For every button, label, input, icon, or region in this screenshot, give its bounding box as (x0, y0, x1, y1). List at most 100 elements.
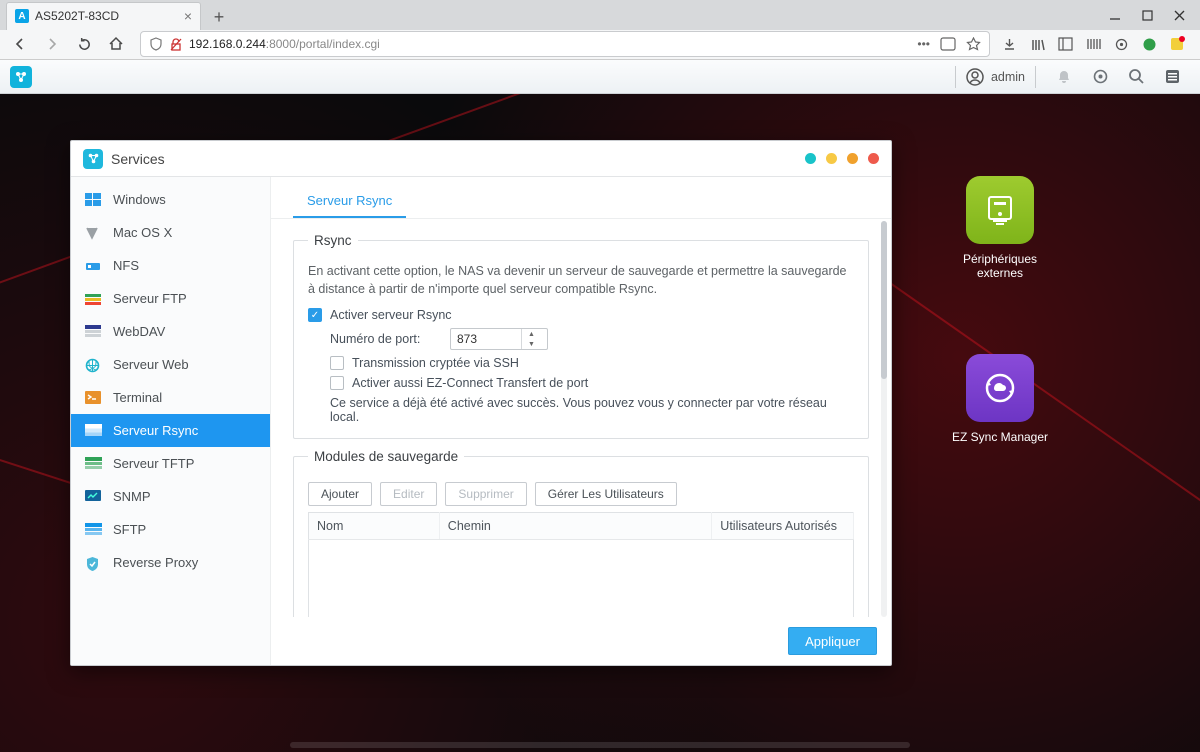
more-icon[interactable]: ••• (917, 37, 930, 51)
checkbox-ezconnect[interactable] (330, 376, 344, 390)
modules-table: Nom Chemin Utilisateurs Autorisés (308, 512, 854, 617)
col-auth[interactable]: Utilisateurs Autorisés (712, 513, 854, 540)
delete-button: Supprimer (445, 482, 526, 506)
sidebar-item-label: Serveur TFTP (113, 456, 194, 471)
sidebar-icon[interactable] (1056, 35, 1074, 53)
modules-fieldset: Modules de sauvegarde Ajouter Editer Sup… (293, 449, 869, 617)
ext-green-icon[interactable] (1140, 35, 1158, 53)
portal-logo-icon[interactable] (10, 66, 32, 88)
url-text: 192.168.0.244:8000/portal/index.cgi (189, 37, 380, 51)
ext-gear-icon[interactable] (1112, 35, 1130, 53)
window-dot-yellow[interactable] (826, 153, 837, 164)
gear-icon[interactable] (1090, 67, 1110, 87)
ssh-label: Transmission cryptée via SSH (352, 356, 519, 370)
sidebar-item-nfs[interactable]: NFS (71, 249, 270, 282)
portal-user[interactable]: admin (966, 68, 1025, 86)
modules-legend: Modules de sauvegarde (308, 449, 464, 464)
sidebar-item-label: Serveur Rsync (113, 423, 198, 438)
col-path[interactable]: Chemin (439, 513, 712, 540)
sidebar-item-label: Terminal (113, 390, 162, 405)
bookmark-star-icon[interactable] (966, 37, 981, 52)
add-button[interactable]: Ajouter (308, 482, 372, 506)
desktop-icon-peripherals[interactable]: Périphériques externes (940, 176, 1060, 280)
window-maximize-icon[interactable] (1140, 8, 1154, 22)
services-sidebar: Windows Mac OS X NFS Serveur FTP WebDAV … (71, 177, 271, 665)
table-empty (309, 540, 854, 617)
ezconnect-label: Activer aussi EZ-Connect Transfert de po… (352, 376, 588, 390)
window-dot-teal[interactable] (805, 153, 816, 164)
col-name[interactable]: Nom (309, 513, 440, 540)
portal-username: admin (991, 70, 1025, 84)
sidebar-item-label: Mac OS X (113, 225, 172, 240)
sidebar-item-terminal[interactable]: Terminal (71, 381, 270, 414)
bell-icon[interactable] (1054, 67, 1074, 87)
apply-button[interactable]: Appliquer (788, 627, 877, 655)
ext-yellow-badge-icon[interactable] (1168, 35, 1186, 53)
nav-forward-button[interactable] (38, 31, 66, 57)
portal-header: admin (0, 60, 1200, 94)
sidebar-item-windows[interactable]: Windows (71, 183, 270, 216)
url-bar[interactable]: 192.168.0.244:8000/portal/index.cgi ••• (140, 31, 990, 57)
window-titlebar[interactable]: Services (71, 141, 891, 177)
sidebar-item-snmp[interactable]: SNMP (71, 480, 270, 513)
desktop-icon-label: Périphériques externes (940, 252, 1060, 280)
desktop-icon-label: EZ Sync Manager (940, 430, 1060, 444)
port-step-up[interactable]: ▲ (522, 329, 541, 339)
port-input[interactable]: ▲▼ (450, 328, 548, 350)
new-tab-button[interactable]: + (207, 6, 231, 30)
services-icon (83, 149, 103, 169)
window-title: Services (111, 151, 165, 167)
sidebar-item-tftp[interactable]: Serveur TFTP (71, 447, 270, 480)
sidebar-item-webdav[interactable]: WebDAV (71, 315, 270, 348)
edit-button: Editer (380, 482, 437, 506)
sidebar-item-label: Windows (113, 192, 166, 207)
nav-home-button[interactable] (102, 31, 130, 57)
scrollbar[interactable] (881, 221, 887, 617)
window-minimize-icon[interactable] (1108, 8, 1122, 22)
browser-tab[interactable]: A AS5202T-83CD × (6, 2, 201, 30)
sidebar-item-label: NFS (113, 258, 139, 273)
insecure-icon (169, 37, 183, 51)
ext-stripes-icon[interactable] (1084, 35, 1102, 53)
library-icon[interactable] (1028, 35, 1046, 53)
rsync-status: Ce service a déjà été activé avec succès… (308, 396, 854, 424)
checkbox-ssh[interactable] (330, 356, 344, 370)
sidebar-item-macos[interactable]: Mac OS X (71, 216, 270, 249)
checkbox-enable-rsync[interactable]: ✓ (308, 308, 322, 322)
subtab-rsync[interactable]: Serveur Rsync (293, 187, 406, 219)
sidebar-item-sftp[interactable]: SFTP (71, 513, 270, 546)
search-icon[interactable] (1126, 67, 1146, 87)
desktop: Périphériques externes EZ Sync Manager S… (0, 94, 1200, 752)
manage-users-button[interactable]: Gérer Les Utilisateurs (535, 482, 677, 506)
window-dot-orange[interactable] (847, 153, 858, 164)
browser-tab-strip: A AS5202T-83CD × + (0, 0, 1200, 30)
nav-reload-button[interactable] (70, 31, 98, 57)
sidebar-item-label: WebDAV (113, 324, 165, 339)
sidebar-item-label: Serveur Web (113, 357, 189, 372)
services-window: Services Windows Mac OS X NFS Serveur FT… (70, 140, 892, 666)
settings-panel-icon[interactable] (1162, 67, 1182, 87)
port-input-field[interactable] (451, 332, 521, 346)
external-drive-icon (981, 191, 1019, 229)
taskbar-hint (290, 742, 910, 748)
tab-title: AS5202T-83CD (35, 9, 119, 23)
window-dot-red[interactable] (868, 153, 879, 164)
window-close-icon[interactable] (1172, 8, 1186, 22)
rsync-fieldset: Rsync En activant cette option, le NAS v… (293, 233, 869, 439)
sidebar-item-label: Serveur FTP (113, 291, 187, 306)
sync-cloud-icon (980, 368, 1020, 408)
sidebar-item-ftp[interactable]: Serveur FTP (71, 282, 270, 315)
desktop-icon-ezsync[interactable]: EZ Sync Manager (940, 354, 1060, 444)
nav-back-button[interactable] (6, 31, 34, 57)
reader-icon[interactable] (940, 37, 956, 51)
port-step-down[interactable]: ▼ (522, 339, 541, 349)
rsync-description: En activant cette option, le NAS va deve… (308, 262, 854, 298)
sidebar-item-label: Reverse Proxy (113, 555, 198, 570)
sidebar-item-rsync[interactable]: Serveur Rsync (71, 414, 270, 447)
close-icon[interactable]: × (184, 8, 192, 24)
user-icon (966, 68, 984, 86)
sidebar-item-webserver[interactable]: Serveur Web (71, 348, 270, 381)
sidebar-item-reverseproxy[interactable]: Reverse Proxy (71, 546, 270, 579)
sidebar-item-label: SFTP (113, 522, 146, 537)
download-icon[interactable] (1000, 35, 1018, 53)
